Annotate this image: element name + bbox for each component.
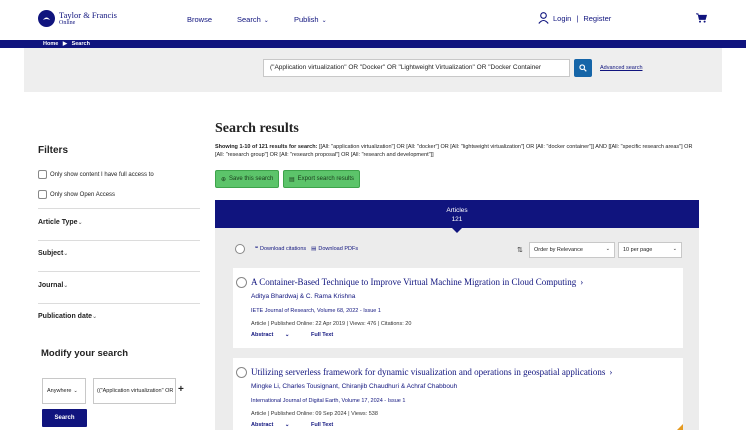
divider (38, 208, 200, 209)
abstract-link[interactable]: Abstract ⌄ (251, 422, 299, 428)
logo-subtitle: Online (59, 19, 76, 26)
sort-select[interactable]: Order by Relevance ⌄ (529, 242, 615, 258)
chevron-down-icon: ⌄ (73, 388, 78, 394)
modify-term-input[interactable]: (("Application virtualization" OR (93, 378, 176, 404)
chevron-down-icon: ⌄ (284, 332, 290, 338)
article-authors[interactable]: Aditya Bhardwaj & C. Rama Krishna (251, 293, 355, 300)
results-tab-bar: Articles 121 (215, 200, 699, 228)
quote-icon: ❝ (255, 246, 258, 252)
chevron-down-icon: ⌄ (63, 283, 69, 289)
modify-search-heading: Modify your search (41, 348, 129, 359)
search-icon: ⊕ (221, 176, 227, 183)
results-toolbar: ❝ Download citations ▤ Download PDFs (235, 244, 358, 254)
breadcrumb-arrow-icon: ▶ (62, 41, 68, 47)
chevron-right-icon: › (609, 367, 613, 377)
export-results-button[interactable]: ▤ Export search results (283, 170, 361, 188)
article-card: Utilizing serverless framework for dynam… (233, 358, 683, 430)
abstract-link[interactable]: Abstract ⌄ (251, 332, 299, 338)
article-title[interactable]: A Container-Based Technique to Improve V… (251, 277, 583, 287)
sort-icon: ⇅ (517, 247, 523, 254)
modify-search-button[interactable]: Search (42, 409, 87, 427)
breadcrumb-home[interactable]: Home (43, 41, 58, 47)
article-authors[interactable]: Mingke Li, Charles Tousignant, Chiranjib… (251, 383, 457, 390)
facet-article-type[interactable]: Article Type⌄ (38, 219, 83, 226)
per-page-select[interactable]: 10 per page ⌄ (618, 242, 682, 258)
pdf-icon: ▤ (311, 246, 317, 252)
top-header: Taylor & Francis Online Browse Search ⌄ P… (0, 0, 746, 40)
advanced-search-link[interactable]: Advanced search (600, 65, 643, 71)
chevron-down-icon: ⌄ (77, 220, 83, 226)
chevron-down-icon: ⌄ (92, 314, 98, 320)
taylor-francis-logo[interactable]: Taylor & Francis Online (38, 10, 117, 27)
articles-count: 121 (451, 216, 463, 223)
article-select-radio[interactable] (236, 277, 247, 288)
chevron-down-icon: ⌄ (284, 422, 290, 428)
chevron-down-icon: ⌄ (63, 251, 69, 257)
user-icon (538, 12, 549, 24)
breadcrumb-current: Search (71, 41, 90, 47)
article-meta: Article | Published Online: 22 Apr 2019 … (251, 321, 412, 327)
account-links: Login | Register (538, 12, 611, 24)
download-citations-link[interactable]: Download citations (260, 246, 306, 252)
select-all-radio[interactable] (235, 244, 245, 254)
article-journal[interactable]: International Journal of Digital Earth, … (251, 398, 405, 404)
article-journal[interactable]: IETE Journal of Research, Volume 68, 202… (251, 308, 381, 314)
add-term-icon[interactable]: + (178, 384, 184, 395)
page-title: Search results (215, 121, 299, 136)
chevron-right-icon: › (580, 277, 584, 287)
divider (38, 240, 200, 241)
divider (38, 271, 200, 272)
breadcrumb-bar: Home ▶ Search (0, 40, 746, 48)
chevron-down-icon: ⌄ (321, 18, 327, 24)
article-meta: Article | Published Online: 09 Sep 2024 … (251, 411, 378, 417)
article-title[interactable]: Utilizing serverless framework for dynam… (251, 367, 612, 377)
chevron-down-icon: ⌄ (605, 246, 610, 252)
search-field-select[interactable]: Anywhere ⌄ (42, 378, 86, 404)
nav-publish[interactable]: Publish ⌄ (294, 15, 327, 24)
document-icon: ▤ (289, 176, 295, 183)
nav-search[interactable]: Search ⌄ (237, 15, 269, 24)
search-button[interactable] (574, 59, 592, 77)
divider (38, 303, 200, 304)
open-access-checkbox[interactable]: Only show Open Access (38, 190, 115, 199)
filters-heading: Filters (38, 145, 69, 156)
article-links: Abstract ⌄ Full Text (251, 422, 343, 428)
article-links: Abstract ⌄ Full Text (251, 332, 343, 338)
logo-emblem-icon (38, 10, 55, 27)
register-link[interactable]: Register (583, 14, 611, 23)
facet-publication-date[interactable]: Publication date⌄ (38, 313, 97, 320)
download-pdfs-link[interactable]: Download PDFs (318, 246, 358, 252)
separator: | (576, 13, 579, 23)
article-select-radio[interactable] (236, 367, 247, 378)
login-link[interactable]: Login (553, 14, 571, 23)
cart-icon[interactable] (696, 13, 708, 25)
feedback-tab[interactable] (677, 424, 683, 430)
search-icon (579, 64, 587, 72)
search-input[interactable]: ("Application virtualization" OR "Docker… (263, 59, 570, 77)
full-text-link[interactable]: Full Text (311, 422, 333, 428)
article-card: A Container-Based Technique to Improve V… (233, 268, 683, 348)
full-access-checkbox[interactable]: Only show content I have full access to (38, 170, 154, 179)
save-search-button[interactable]: ⊕ Save this search (215, 170, 280, 188)
nav-browse[interactable]: Browse (187, 15, 212, 24)
facet-subject[interactable]: Subject⌄ (38, 250, 68, 257)
tab-indicator-icon (452, 228, 462, 233)
chevron-down-icon: ⌄ (672, 246, 677, 252)
breadcrumb: Home ▶ Search (43, 40, 90, 48)
facet-journal[interactable]: Journal⌄ (38, 282, 68, 289)
logo-title: Taylor & Francis (59, 10, 117, 21)
tab-articles[interactable]: Articles 121 (215, 206, 699, 224)
chevron-down-icon: ⌄ (263, 18, 269, 24)
full-text-link[interactable]: Full Text (311, 332, 333, 338)
results-summary: Showing 1-10 of 121 results for search: … (215, 144, 693, 158)
